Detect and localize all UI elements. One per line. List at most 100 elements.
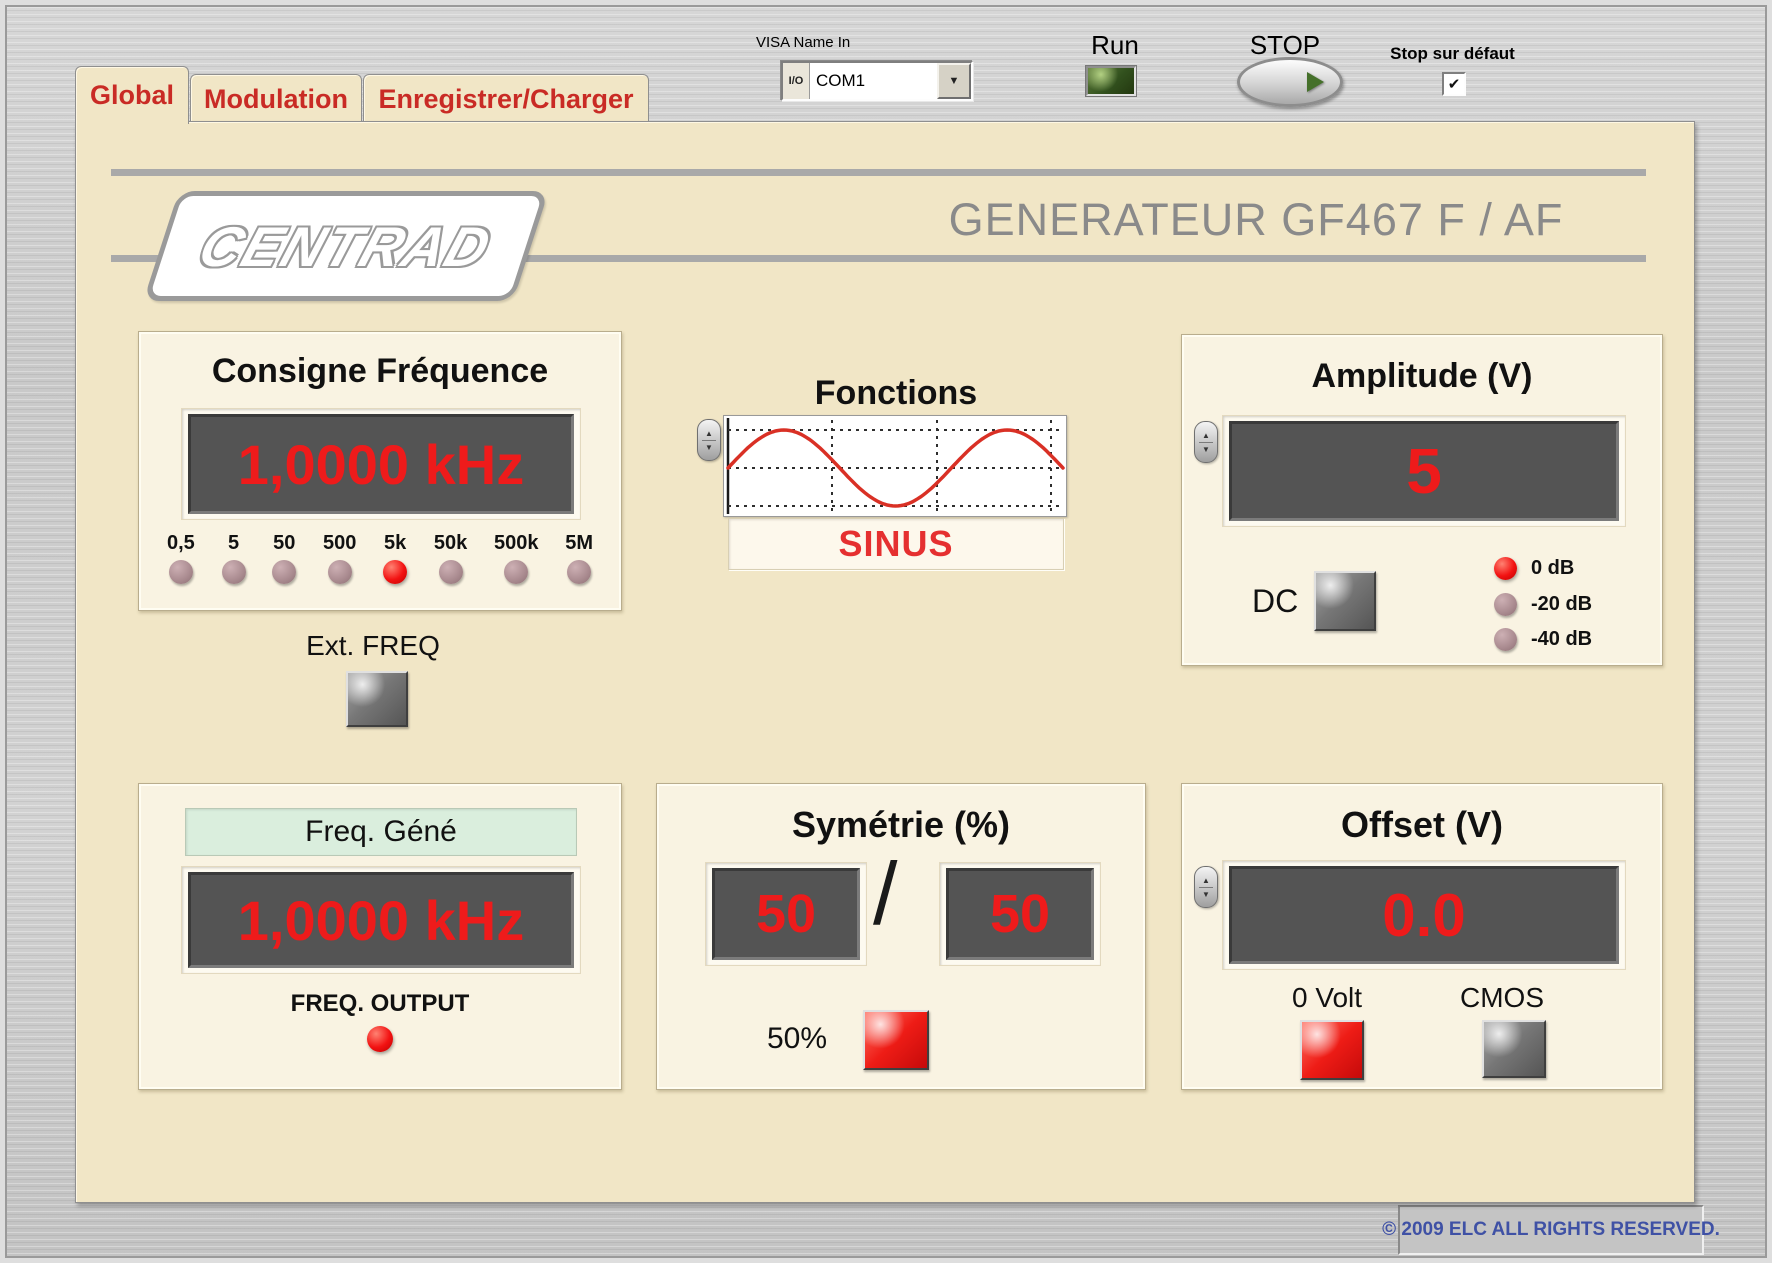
spinner-up-icon[interactable]: ▲ [705,429,713,438]
amplitude-display[interactable]: 5 [1229,421,1619,521]
attenuation-label: 0 dB [1531,557,1574,580]
stop-button[interactable] [1237,57,1343,107]
dc-button[interactable] [1314,571,1376,631]
range-label: 500k [494,532,539,555]
consigne-frequence-panel: Consigne Fréquence 1,0000 kHz 0,5 5 50 5… [138,331,622,611]
zero-volt-label: 0 Volt [1262,982,1392,1014]
range-item: 50 [272,532,296,584]
spinner-up-icon[interactable]: ▲ [1202,876,1210,885]
attenuation-20db: -20 dB [1494,593,1592,616]
logo-text: CENTRAD [192,214,501,279]
range-item: 500k [494,532,539,584]
range-label: 5M [565,532,593,555]
range-label: 50k [434,532,467,555]
fonctions-title: Fonctions [746,374,1046,413]
zero-volt-button[interactable] [1300,1020,1364,1080]
range-label: 0,5 [167,532,195,555]
divider [1199,442,1213,443]
attenuation-40db: -40 dB [1494,628,1592,651]
symetrie-panel: Symétrie (%) 50 / 50 50% [656,783,1146,1090]
cmos-button[interactable] [1482,1020,1546,1078]
frequency-range-selector: 0,5 5 50 500 5k 50k 500k 5M [167,532,593,584]
run-label: Run [1060,30,1170,61]
freq-output-label: FREQ. OUTPUT [139,990,621,1018]
fifty-percent-label: 50% [767,1022,827,1056]
symetrie-separator: / [873,850,897,938]
attenuation-0db: 0 dB [1494,557,1574,580]
tab-modulation[interactable]: Modulation [190,74,362,123]
freq-gene-display: 1,0000 kHz [188,872,574,968]
freq-range-led-500[interactable] [328,560,352,584]
fonctions-spinner[interactable]: ▲ ▼ [697,419,721,461]
symetrie-title: Symétrie (%) [657,804,1145,846]
range-label: 500 [323,532,356,555]
symetrie-right-display[interactable]: 50 [946,868,1094,960]
spinner-up-icon[interactable]: ▲ [1202,431,1210,440]
attenuation-label: -20 dB [1531,593,1592,616]
freq-gene-header: Freq. Géné [185,808,577,856]
freq-range-led-50[interactable] [272,560,296,584]
tab-enregistrer-charger[interactable]: Enregistrer/Charger [363,74,649,123]
attenuation-led-20db[interactable] [1494,593,1517,616]
offset-display-frame: 0.0 [1222,860,1626,970]
range-item: 50k [434,532,467,584]
range-item: 0,5 [167,532,195,584]
offset-panel: Offset (V) ▲ ▼ 0.0 0 Volt CMOS [1181,783,1663,1090]
visa-name-label: VISA Name In [756,34,850,51]
attenuation-led-0db[interactable] [1494,557,1517,580]
freq-range-led-500k[interactable] [504,560,528,584]
offset-display[interactable]: 0.0 [1229,866,1619,964]
amplitude-spinner[interactable]: ▲ ▼ [1194,421,1218,463]
range-item: 5 [222,532,246,584]
freq-range-led-5M[interactable] [567,560,591,584]
spinner-down-icon[interactable]: ▼ [1202,445,1210,454]
stop-on-default-checkbox[interactable]: ✔ [1442,72,1466,96]
centrad-logo: CENTRAD [143,191,549,301]
dc-label: DC [1252,583,1298,620]
range-label: 50 [273,532,295,555]
range-item: 5M [565,532,593,584]
ext-freq-label: Ext. FREQ [298,630,448,662]
visa-value[interactable]: COM1 [810,63,937,99]
spinner-down-icon[interactable]: ▼ [705,443,713,452]
attenuation-led-40db[interactable] [1494,628,1517,651]
copyright-notice: © 2009 ELC ALL RIGHTS RESERVED. [1398,1205,1704,1255]
fifty-percent-button[interactable] [863,1010,929,1070]
freq-output-led [367,1026,393,1052]
page-title: GENERATEUR GF467 F / AF [936,194,1576,246]
freq-gene-panel: Freq. Géné 1,0000 kHz FREQ. OUTPUT [138,783,622,1090]
app-window: VISA Name In I/O COM1 ▼ Run STOP Stop su… [0,0,1772,1263]
freq-range-led-5k[interactable] [383,560,407,584]
range-label: 5k [384,532,406,555]
attenuation-label: -40 dB [1531,628,1592,651]
run-led-indicator [1086,66,1136,96]
amplitude-display-frame: 5 [1222,415,1626,527]
divider [702,440,716,441]
visa-combo[interactable]: I/O COM1 ▼ [781,61,973,101]
tab-global[interactable]: Global [75,66,189,124]
divider [1199,887,1213,888]
consigne-display-frame: 1,0000 kHz [181,408,581,520]
stop-on-default-label: Stop sur défaut [1360,44,1545,64]
spinner-down-icon[interactable]: ▼ [1202,890,1210,899]
range-item: 500 [323,532,356,584]
cmos-label: CMOS [1437,982,1567,1014]
freq-range-led-50k[interactable] [439,560,463,584]
consigne-frequency-display[interactable]: 1,0000 kHz [188,414,574,514]
freq-range-led-5[interactable] [222,560,246,584]
consigne-title: Consigne Fréquence [139,352,621,391]
fonctions-waveform-graph [723,415,1067,517]
chevron-down-icon[interactable]: ▼ [937,63,971,99]
freq-range-led-0-5[interactable] [169,560,193,584]
io-icon: I/O [783,63,810,99]
offset-spinner[interactable]: ▲ ▼ [1194,866,1218,908]
amplitude-title: Amplitude (V) [1182,357,1662,396]
selected-function-display: SINUS [728,518,1064,570]
range-label: 5 [228,532,239,555]
ext-freq-button[interactable] [346,671,408,727]
freq-gene-display-frame: 1,0000 kHz [181,866,581,974]
waveform-svg [724,416,1066,516]
symetrie-left-display[interactable]: 50 [712,868,860,960]
symetrie-left-frame: 50 [705,862,867,966]
range-item: 5k [383,532,407,584]
